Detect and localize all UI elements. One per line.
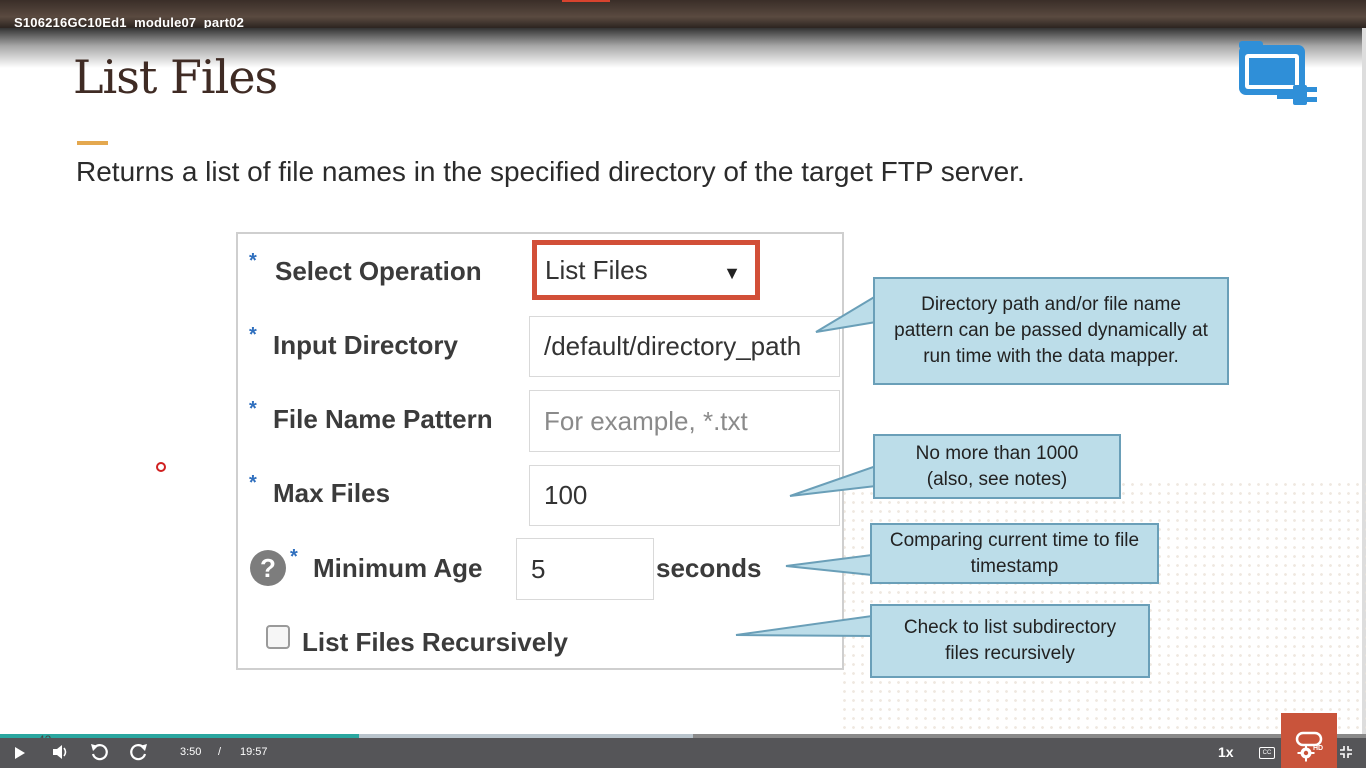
header-accent — [562, 0, 610, 2]
list-recursively-checkbox[interactable] — [266, 625, 290, 649]
playback-speed-button[interactable]: 1x — [1218, 744, 1234, 760]
input-directory-label: Input Directory — [273, 330, 458, 360]
required-marker: * — [249, 472, 257, 494]
help-icon[interactable]: ? — [250, 550, 286, 586]
rewind-icon[interactable] — [89, 742, 109, 762]
select-operation-label: Select Operation — [275, 256, 482, 286]
player-control-bar — [0, 738, 1366, 768]
pointer-marker — [156, 462, 166, 472]
input-directory-value: /default/directory_path — [544, 331, 802, 361]
required-marker: * — [249, 398, 257, 420]
select-operation-value: List Files — [545, 254, 648, 285]
file-name-pattern-label: File Name Pattern — [273, 404, 493, 434]
file-name-pattern-placeholder: For example, *.txt — [544, 405, 748, 436]
minimum-age-unit: seconds — [656, 553, 762, 583]
video-header-bar: S106216GC10Ed1_module07_part02 — [0, 0, 1366, 28]
list-recursively-label: List Files Recursively — [302, 627, 568, 657]
slide-title: List Files — [73, 50, 278, 104]
required-marker: * — [290, 546, 298, 568]
callout-directory: Directory path and/or file name pattern … — [873, 277, 1229, 385]
exit-fullscreen-icon[interactable] — [1340, 746, 1352, 758]
integration-adapter-icon — [1239, 41, 1317, 105]
closed-captions-icon[interactable]: CC — [1259, 747, 1275, 759]
slide-subtitle: Returns a list of file names in the spec… — [76, 156, 1025, 187]
minimum-age-field[interactable]: 5 — [516, 538, 654, 600]
volume-icon[interactable] — [52, 744, 70, 760]
hd-badge: HD — [1313, 745, 1324, 752]
forward-icon[interactable] — [129, 742, 149, 762]
callout-max-files: No more than 1000 (also, see notes) — [873, 434, 1121, 499]
video-title: S106216GC10Ed1_module07_part02 — [14, 15, 245, 28]
play-icon[interactable] — [14, 746, 26, 760]
file-name-pattern-field[interactable]: For example, *.txt — [529, 390, 840, 452]
minimum-age-value: 5 — [531, 553, 546, 584]
duration: 19:57 — [240, 746, 268, 758]
required-marker: * — [249, 250, 257, 272]
title-accent-bar — [77, 141, 108, 145]
callout-recursive: Check to list subdirectory files recursi… — [870, 604, 1150, 678]
select-operation-dropdown[interactable]: List Files ▼ — [532, 240, 760, 300]
max-files-field[interactable]: 100 — [529, 465, 840, 526]
time-separator: / — [218, 746, 222, 758]
callout-min-age: Comparing current time to file timestamp — [870, 523, 1159, 584]
max-files-value: 100 — [544, 480, 588, 510]
minimum-age-label: Minimum Age — [313, 553, 483, 583]
input-directory-field[interactable]: /default/directory_path — [529, 316, 840, 377]
max-files-label: Max Files — [273, 478, 391, 508]
chevron-down-icon: ▼ — [723, 263, 741, 283]
current-time: 3:50 — [180, 746, 202, 758]
required-marker: * — [249, 324, 257, 346]
